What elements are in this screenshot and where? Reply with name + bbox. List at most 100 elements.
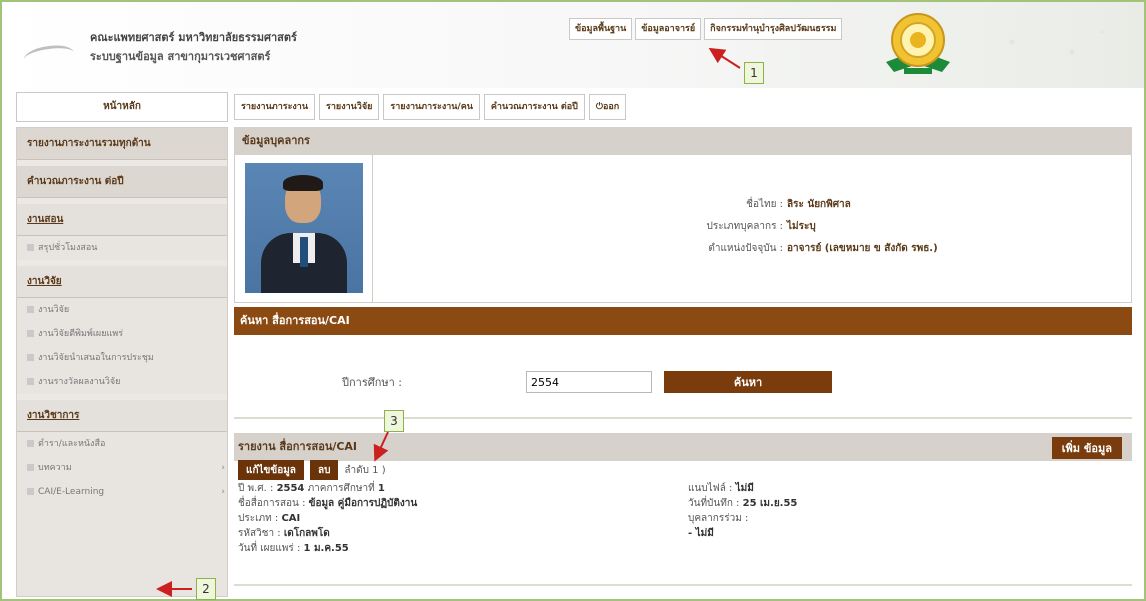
sidebar-item-label: สรุปชั่วโมงสอน xyxy=(38,243,98,253)
record-year-value: 2554 xyxy=(276,483,305,494)
report-header: รายงาน สื่อการสอน/CAI เพิ่ม ข้อมูล xyxy=(234,433,1132,461)
main-nav: หน้าหลัก รายงานภาระงาน รายงานวิจัย รายงา… xyxy=(16,92,1130,122)
nav-items: รายงานภาระงาน รายงานวิจัย รายงานภาระงาน/… xyxy=(234,92,630,122)
record-date-value: 25 เม.ย.55 xyxy=(742,498,798,509)
sidebar-item-research-published[interactable]: งานวิจัยตีพิมพ์เผยแพร่ xyxy=(17,322,227,346)
bullet-icon xyxy=(27,330,34,337)
sidebar-item-label: บทความ xyxy=(38,463,72,473)
add-record-button[interactable]: เพิ่ม ข้อมูล xyxy=(1051,437,1122,459)
bullet-icon xyxy=(27,440,34,447)
logout-icon: ⏻ xyxy=(595,102,603,112)
publish-date-value: 1 ม.ค.55 xyxy=(303,543,349,554)
search-button[interactable]: ค้นหา xyxy=(664,371,832,393)
name-label: ชื่อไทย : xyxy=(746,199,783,210)
staff-type-label: ประเภทบุคลากร : xyxy=(706,221,783,232)
university-seal-icon xyxy=(886,13,950,74)
callout-2: 2 xyxy=(196,578,216,600)
sidebar-item-research[interactable]: งานวิจัย xyxy=(17,298,227,322)
bullet-icon xyxy=(27,488,34,495)
tab-basic-info[interactable]: ข้อมูลพื้นฐาน xyxy=(569,18,633,40)
main-content: ข้อมูลบุคลากร ชื่อไทย : ลิระ นัยกพิศาล ปร… xyxy=(234,127,1132,461)
sidebar-item-label: งานวิจัยตีพิมพ์เผยแพร่ xyxy=(38,329,124,339)
sidebar-item-cai-elearning[interactable]: CAI/E-Learning › xyxy=(17,480,227,504)
course-code-label: รหัสวิชา : xyxy=(238,528,281,539)
record-actions: แก้ไขข้อมูล ลบ ลำดับ 1 ) xyxy=(238,460,386,480)
nav-logout[interactable]: ⏻ออก xyxy=(588,94,627,120)
course-code-value: เดโกลพโด xyxy=(283,528,330,539)
media-name-value: ข้อมูล คู่มือการปฏิบัติงาน xyxy=(308,498,418,509)
co-staff-label: บุคลากรร่วม : xyxy=(688,513,749,524)
bullet-icon xyxy=(27,306,34,313)
edit-record-button[interactable]: แก้ไขข้อมูล xyxy=(238,460,304,480)
sidebar-item-teaching-hours[interactable]: สรุปชั่วโมงสอน xyxy=(17,236,227,260)
content-divider xyxy=(234,584,1132,586)
sidebar-item-label: งานวิจัยนำเสนอในการประชุม xyxy=(38,353,154,363)
sidebar-item-label: ตำรา/และหนังสือ xyxy=(38,439,106,449)
record-details-right: แนบไฟล์ : ไม่มี วันที่บันทึก : 25 เม.ย.5… xyxy=(688,481,797,541)
faculty-name: คณะแพทยศาสตร์ มหาวิทยาลัยธรรมศาสตร์ xyxy=(90,31,297,44)
chevron-right-icon: › xyxy=(221,463,225,473)
record-year-label: ปี พ.ศ. : xyxy=(238,483,274,494)
chevron-right-icon: › xyxy=(221,487,225,497)
sidebar-section-teaching[interactable]: งานสอน xyxy=(17,204,227,236)
sidebar-item-research-awards[interactable]: งานรางวัลผลงานวิจัย xyxy=(17,370,227,394)
staff-photo xyxy=(245,163,363,293)
logo-swoosh-icon xyxy=(22,42,76,70)
media-name-label: ชื่อสื่อการสอน : xyxy=(238,498,306,509)
record-order: ลำดับ 1 ) xyxy=(344,464,386,476)
callout-3: 3 xyxy=(384,410,404,432)
staff-type-value: ไม่ระบุ xyxy=(787,221,816,232)
academic-year-input[interactable] xyxy=(526,371,652,393)
site-header: คณะแพทยศาสตร์ มหาวิทยาลัยธรรมศาสตร์ ระบบ… xyxy=(2,2,1144,88)
header-decoration xyxy=(982,22,1132,72)
sidebar: รายงานภาระงานรวมทุกด้าน คำนวณภาระงาน ต่อ… xyxy=(16,127,228,597)
tab-culture-activities[interactable]: กิจกรรมทำนุบำรุงศิลปวัฒนธรรม xyxy=(704,18,843,40)
sidebar-item-articles[interactable]: บทความ › xyxy=(17,456,227,480)
bullet-icon xyxy=(27,464,34,471)
sidebar-item-textbooks[interactable]: ตำรา/และหนังสือ xyxy=(17,432,227,456)
sidebar-item-research-conference[interactable]: งานวิจัยนำเสนอในการประชุม xyxy=(17,346,227,370)
co-staff-value: - ไม่มี xyxy=(688,528,714,539)
profile-info: ชื่อไทย : ลิระ นัยกพิศาล ประเภทบุคลากร : ไ… xyxy=(611,155,1131,263)
sidebar-item-label: CAI/E-Learning xyxy=(38,487,105,497)
search-section-title: ค้นหา สื่อการสอน/CAI xyxy=(234,307,1132,335)
media-type-label: ประเภท : xyxy=(238,513,279,524)
publish-date-label: วันที่ เผยแพร่ : xyxy=(238,543,301,554)
search-area: ปีการศึกษา : ค้นหา xyxy=(234,335,1132,419)
logout-label: ออก xyxy=(603,102,620,112)
callout-1: 1 xyxy=(744,62,764,84)
bullet-icon xyxy=(27,244,34,251)
sidebar-item-label: งานวิจัย xyxy=(38,305,70,315)
sidebar-section-academic[interactable]: งานวิชาการ xyxy=(17,400,227,432)
bullet-icon xyxy=(27,354,34,361)
record-semester-label: ภาคการศึกษาที่ xyxy=(307,483,375,494)
nav-calc-per-year[interactable]: คำนวณภาระงาน ต่อปี xyxy=(483,94,585,120)
report-title: รายงาน สื่อการสอน/CAI xyxy=(238,440,358,453)
record-date-label: วันที่บันทึก : xyxy=(688,498,740,509)
sidebar-calc-per-year[interactable]: คำนวณภาระงาน ต่อปี xyxy=(17,166,227,198)
attachment-value: ไม่มี xyxy=(735,483,754,494)
name-value: ลิระ นัยกพิศาล xyxy=(787,199,851,210)
media-type-value: CAI xyxy=(281,513,301,524)
nav-workload-report[interactable]: รายงานภาระงาน xyxy=(234,94,316,120)
nav-home[interactable]: หน้าหลัก xyxy=(16,92,228,122)
tab-teacher-info[interactable]: ข้อมูลอาจารย์ xyxy=(635,18,702,40)
top-tabs: ข้อมูลพื้นฐาน ข้อมูลอาจารย์ กิจกรรมทำนุบ… xyxy=(569,18,845,40)
nav-workload-per-person[interactable]: รายงานภาระงาน/คน xyxy=(383,94,480,120)
system-name: ระบบฐานข้อมูล สาขากุมารเวชศาสตร์ xyxy=(90,50,271,63)
attachment-label: แนบไฟล์ : xyxy=(688,483,733,494)
profile-card: ชื่อไทย : ลิระ นัยกพิศาล ประเภทบุคลากร : ไ… xyxy=(234,155,1132,303)
sidebar-section-research[interactable]: งานวิจัย xyxy=(17,266,227,298)
record-semester-value: 1 xyxy=(377,483,385,494)
photo-cell xyxy=(235,155,373,302)
sidebar-item-label: งานรางวัลผลงานวิจัย xyxy=(38,377,121,387)
position-label: ตำแหน่งปัจจุบัน : xyxy=(708,243,783,254)
delete-record-button[interactable]: ลบ xyxy=(309,460,339,480)
profile-section-title: ข้อมูลบุคลากร xyxy=(234,127,1132,155)
record-details-left: ปี พ.ศ. : 2554 ภาคการศึกษาที่ 1 ชื่อสื่อ… xyxy=(238,481,417,556)
sidebar-overall-report[interactable]: รายงานภาระงานรวมทุกด้าน xyxy=(17,128,227,160)
bullet-icon xyxy=(27,378,34,385)
nav-research-report[interactable]: รายงานวิจัย xyxy=(319,94,380,120)
position-value: อาจารย์ (เลขหมาย ข สังกัด รพธ.) xyxy=(787,243,938,254)
academic-year-label: ปีการศึกษา : xyxy=(342,376,403,389)
